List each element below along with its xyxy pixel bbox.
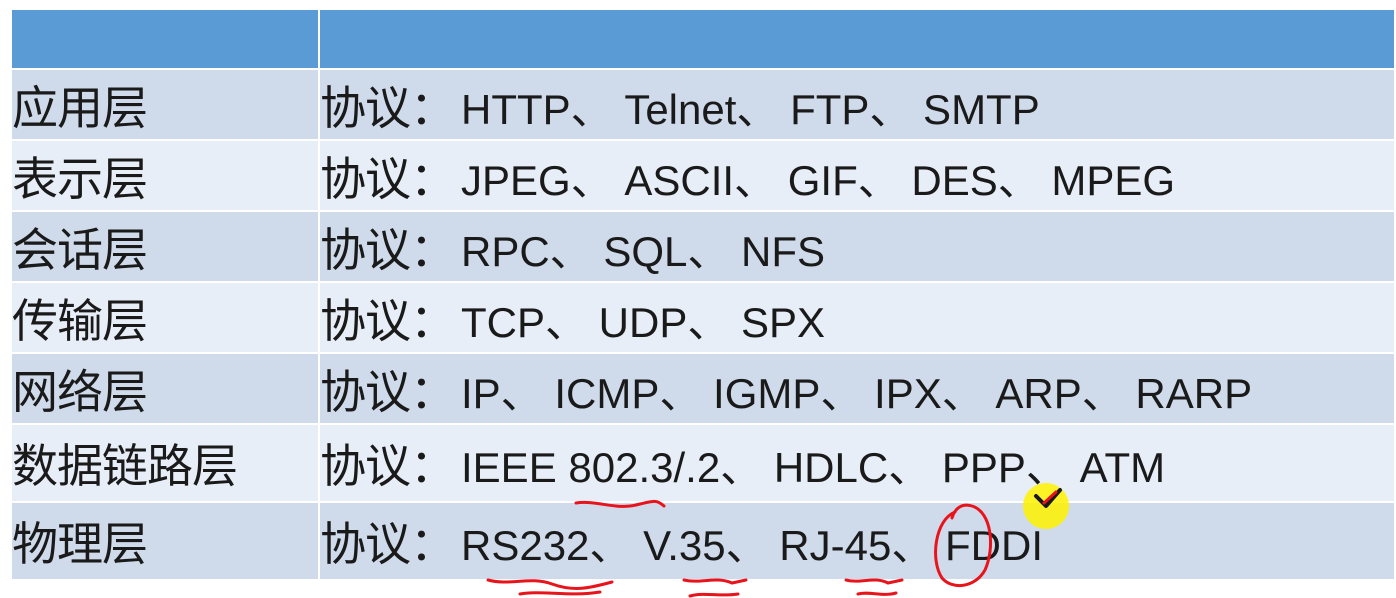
layer-name: 数据链路层 — [10, 423, 320, 503]
table-row: 会话层 协议： RPC、 SQL、 NFS — [10, 210, 1396, 283]
layer-name: 传输层 — [10, 281, 320, 354]
protocol-cell: 协议： TCP、 UDP、 SPX — [318, 281, 1396, 354]
header-cell-protocol — [318, 8, 1396, 70]
header-cell-layer — [10, 8, 320, 70]
protocol-list: RPC、 SQL、 NFS — [461, 227, 826, 275]
protocol-key: 协议： — [320, 293, 456, 348]
protocol-list: JPEG、 ASCII、 GIF、 DES、 MPEG — [461, 156, 1176, 204]
protocol-list: RS232、 V.35、 RJ-45、 FDDI — [461, 522, 1043, 569]
protocol-key: 协议： — [320, 439, 456, 493]
scribble-mark — [688, 592, 740, 598]
table-row: 表示层 协议： JPEG、 ASCII、 GIF、 DES、 MPEG — [10, 139, 1396, 212]
protocol-cell: 协议： IP、 ICMP、 IGMP、 IPX、 ARP、 RARP — [318, 352, 1396, 425]
layer-name: 应用层 — [10, 68, 320, 141]
protocol-cell: 协议： RPC、 SQL、 NFS — [318, 210, 1396, 283]
table-row: 应用层 协议： HTTP、 Telnet、 FTP、 SMTP — [10, 68, 1396, 141]
protocol-key: 协议： — [320, 151, 456, 206]
protocol-cell: 协议： RS232、 V.35、 RJ-45、 FDDI — [318, 501, 1396, 581]
layer-name: 表示层 — [10, 139, 320, 212]
table-row: 网络层 协议： IP、 ICMP、 IGMP、 IPX、 ARP、 RARP — [10, 352, 1396, 425]
protocol-list: IP、 ICMP、 IGMP、 IPX、 ARP、 RARP — [461, 369, 1253, 417]
slide: 应用层 协议： HTTP、 Telnet、 FTP、 SMTP 表示层 协议： JP… — [0, 0, 1396, 598]
scribble-mark — [518, 590, 602, 596]
protocol-list: TCP、 UDP、 SPX — [461, 298, 826, 346]
protocol-key: 协议： — [320, 80, 456, 135]
layer-name: 会话层 — [10, 210, 320, 283]
protocol-cell: 协议： HTTP、 Telnet、 FTP、 SMTP — [318, 68, 1396, 141]
scribble-mark — [856, 591, 898, 596]
protocol-list: IEEE 802.3/.2、 HDLC、 PPP、 ATM — [461, 444, 1166, 491]
layer-name: 网络层 — [10, 352, 320, 425]
protocol-cell: 协议： IEEE 802.3/.2、 HDLC、 PPP、 ATM — [318, 423, 1396, 503]
table-row: 数据链路层 协议： IEEE 802.3/.2、 HDLC、 PPP、 ATM — [10, 423, 1396, 503]
protocol-list: HTTP、 Telnet、 FTP、 SMTP — [461, 85, 1040, 133]
table-row: 传输层 协议： TCP、 UDP、 SPX — [10, 281, 1396, 354]
protocol-cell: 协议： JPEG、 ASCII、 GIF、 DES、 MPEG — [318, 139, 1396, 212]
table-header-row — [10, 8, 1396, 70]
protocol-key: 协议： — [320, 364, 456, 419]
underline-mark — [486, 578, 614, 590]
protocol-key: 协议： — [320, 517, 456, 571]
protocol-table: 应用层 协议： HTTP、 Telnet、 FTP、 SMTP 表示层 协议： JP… — [10, 8, 1396, 581]
layer-name: 物理层 — [10, 501, 320, 581]
table-row: 物理层 协议： RS232、 V.35、 RJ-45、 FDDI — [10, 501, 1396, 581]
protocol-key: 协议： — [320, 222, 456, 277]
